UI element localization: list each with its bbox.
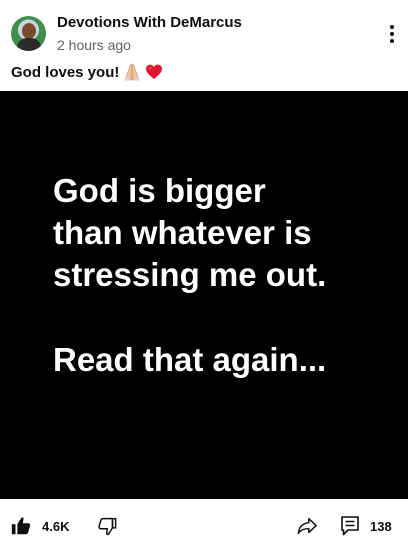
post-timestamp: 2 hours ago xyxy=(57,37,131,53)
image-text-main: God is bigger than whatever is stressing… xyxy=(53,172,327,293)
comment-icon xyxy=(341,516,359,536)
thumbs-down-icon[interactable] xyxy=(96,515,118,537)
more-vertical-icon[interactable] xyxy=(380,22,404,46)
comment-button[interactable]: 138 xyxy=(340,515,392,537)
image-text-secondary: Read that again... xyxy=(53,341,327,378)
action-bar: 4.6K 138 xyxy=(0,503,408,553)
post-header: Devotions With DeMarcus 2 hours ago xyxy=(0,0,408,62)
channel-name[interactable]: Devotions With DeMarcus xyxy=(57,14,242,31)
avatar-face xyxy=(22,23,36,39)
share-icon[interactable] xyxy=(296,515,318,537)
like-count: 4.6K xyxy=(42,518,70,534)
channel-avatar[interactable] xyxy=(11,16,46,51)
avatar-shirt xyxy=(17,38,41,51)
comment-count: 138 xyxy=(370,518,392,534)
red-heart-icon xyxy=(146,64,163,79)
like-button[interactable]: 4.6K xyxy=(10,515,69,537)
caption-text: God loves you! xyxy=(11,63,120,81)
thumbs-up-icon xyxy=(11,517,31,535)
folded-hands-icon xyxy=(124,63,140,81)
post-caption: God loves you! xyxy=(11,63,163,81)
